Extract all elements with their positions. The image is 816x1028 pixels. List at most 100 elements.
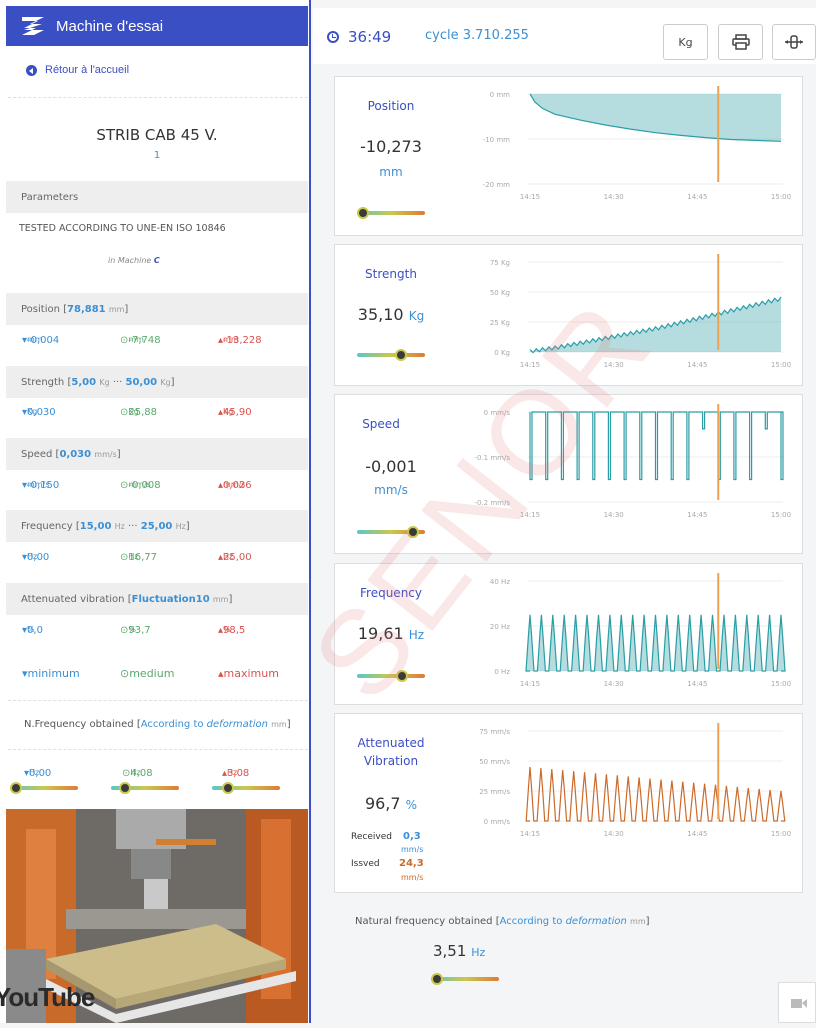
frequency-level-slider[interactable] <box>357 670 425 682</box>
nfreq-max-slider[interactable] <box>212 782 280 794</box>
nfreq-note-em: deformation <box>206 719 268 730</box>
print-button[interactable] <box>718 24 763 60</box>
speed-stats: ▾ -0,150 mm/s ⊙ -0,008 mm/s ▴ 0,026 mm/s <box>22 480 292 494</box>
attenuated-label: Attenuated vibration <box>21 593 125 605</box>
natural-frequency-label: Natural frequency obtained [According to… <box>355 916 650 927</box>
nfreq-min: ▾ 0,00 Hz <box>24 768 52 779</box>
y-tick-label: 40 Hz <box>490 578 510 586</box>
range-sep: ··· <box>128 520 138 532</box>
nfreq-min-slider[interactable] <box>10 782 78 794</box>
parameters-header: Parameters <box>6 181 308 213</box>
strength-panel-value: 35,10 Kg <box>335 305 447 324</box>
slider-knob[interactable] <box>431 973 443 985</box>
speed-range: 0,030 <box>59 448 92 460</box>
speed-chart: 0 mm/s -0.1 mm/s -0.2 mm/s 14:15 14:30 14:45 1… <box>474 404 791 519</box>
unit: Kg <box>99 377 110 387</box>
slider-knob[interactable] <box>222 782 234 794</box>
unit-button[interactable]: Kg <box>663 24 708 60</box>
legend-min-label: minimum <box>27 667 80 680</box>
natural-frequency-value: 3,51 Hz <box>433 942 485 960</box>
frequency-min: ▾ 0,00 Hz <box>22 552 50 563</box>
range-sep: ··· <box>112 376 123 388</box>
y-tick-label: 0 mm/s <box>484 409 511 417</box>
slider-knob[interactable] <box>357 207 369 219</box>
frequency-panel-label: Frequency <box>360 586 422 600</box>
slider-knob[interactable] <box>396 670 409 682</box>
unit: Hz <box>29 768 40 777</box>
legend-med-label: medium <box>129 667 175 680</box>
nfreq-med: ⊙ 4,08 Hz <box>122 768 153 779</box>
speed-panel-value: -0,001 <box>365 457 417 476</box>
cycle-count: cycle 3.710.255 <box>425 28 529 43</box>
camera-button[interactable] <box>778 982 816 1023</box>
slider-knob[interactable] <box>394 349 407 361</box>
x-tick-label: 14:30 <box>604 511 624 519</box>
frequency-chart: 40 Hz 20 Hz 0 Hz 14:15 14:30 14:45 15:00 <box>490 573 791 688</box>
attenuated-range: Fluctuation10 <box>131 593 210 605</box>
unit: Hz <box>471 946 486 959</box>
x-tick-label: 14:45 <box>687 680 707 688</box>
slider-knob[interactable] <box>119 782 131 794</box>
machine-button[interactable] <box>772 24 816 60</box>
unit: Hz <box>175 521 186 531</box>
unit: Kg <box>27 407 38 416</box>
sidebar-header: Machine d'essai <box>6 6 308 46</box>
strength-med: ⊙ 25,88 Kg <box>120 407 158 418</box>
y-tick-label: 0 mm/s <box>484 818 511 826</box>
x-tick-label: 15:00 <box>771 361 791 369</box>
app-title: Machine d'essai <box>56 17 164 35</box>
unit: mm/s <box>223 480 246 489</box>
frequency-label: Frequency <box>21 520 73 532</box>
y-tick-label: -10 mm <box>483 136 510 144</box>
strength-value: 35,10 <box>357 305 404 324</box>
y-tick-label: 25 mm/s <box>479 788 510 796</box>
unit: Hz <box>27 552 38 561</box>
position-panel-unit: mm <box>379 165 403 179</box>
position-range: 78,881 <box>67 303 106 315</box>
y-tick-label: 75 mm/s <box>479 728 510 736</box>
strength-panel: Strength 35,10 Kg 75 Kg 50 Kg 25 Kg 0 Kg 14:… <box>334 244 803 386</box>
attenuated-header: Attenuated vibration [Fluctuation10 mm] <box>6 583 308 615</box>
slider-knob[interactable] <box>407 526 420 538</box>
frequency-header: Frequency [15,00 Hz ··· 25,00 Hz] <box>6 510 308 542</box>
attenuated-value: 96,7 <box>364 794 401 813</box>
natural-note-em: deformation <box>565 916 627 927</box>
unit: mm <box>128 335 144 344</box>
speed-label: Speed <box>21 448 53 460</box>
unit: Hz <box>128 552 139 561</box>
x-tick-label: 14:30 <box>604 361 624 369</box>
strength-level-slider[interactable] <box>357 349 425 361</box>
clock-icon <box>327 31 339 43</box>
unit: mm <box>27 335 43 344</box>
unit: mm/s <box>94 449 117 459</box>
speed-panel-unit: mm/s <box>374 483 408 497</box>
issued-label: Issved <box>351 859 380 869</box>
unit: Hz <box>408 628 425 642</box>
position-panel-value: -10,273 <box>360 137 422 156</box>
youtube-watermark[interactable]: YouTube <box>0 982 95 1013</box>
position-med: ⊙ -7,748 mm <box>120 335 161 346</box>
position-level-slider[interactable] <box>357 207 425 219</box>
frequency-med: ⊙ 16,77 Hz <box>120 552 158 563</box>
unit: % <box>128 625 136 634</box>
y-tick-label: 25 Kg <box>490 319 510 327</box>
timer: 36:49 <box>327 28 391 46</box>
x-tick-label: 15:00 <box>771 511 791 519</box>
position-chart: 0 mm -10 mm -20 mm 14:15 14:30 14:45 15:00 <box>483 86 791 201</box>
speed-level-slider[interactable] <box>357 526 425 538</box>
attenuated-chart: 75 mm/s 50 mm/s 25 mm/s 0 mm/s 14:15 14:30 14:… <box>479 723 791 838</box>
unit: Kg <box>160 377 171 387</box>
unit: Hz <box>130 768 141 777</box>
frequency-range-a: 15,00 <box>79 520 112 532</box>
slider-knob[interactable] <box>10 782 22 794</box>
natural-level-slider[interactable] <box>431 973 499 985</box>
tested-text: TESTED ACCORDING TO UNE-EN ISO 10846 <box>19 223 226 234</box>
speed-max: ▴ 0,026 mm/s <box>218 480 252 491</box>
y-tick-label: -0.1 mm/s <box>474 454 510 462</box>
back-link[interactable]: Rétour à l'accueil <box>26 64 129 76</box>
position-label: Position <box>21 303 60 315</box>
nfreq-med-slider[interactable] <box>111 782 179 794</box>
back-link-label: Rétour à l'accueil <box>45 64 130 76</box>
position-stats: ▾ -0,004 mm ⊙ -7,748 mm ▴ -13,228 mm <box>22 335 292 349</box>
position-header: Position [78,881 mm] <box>6 293 308 325</box>
